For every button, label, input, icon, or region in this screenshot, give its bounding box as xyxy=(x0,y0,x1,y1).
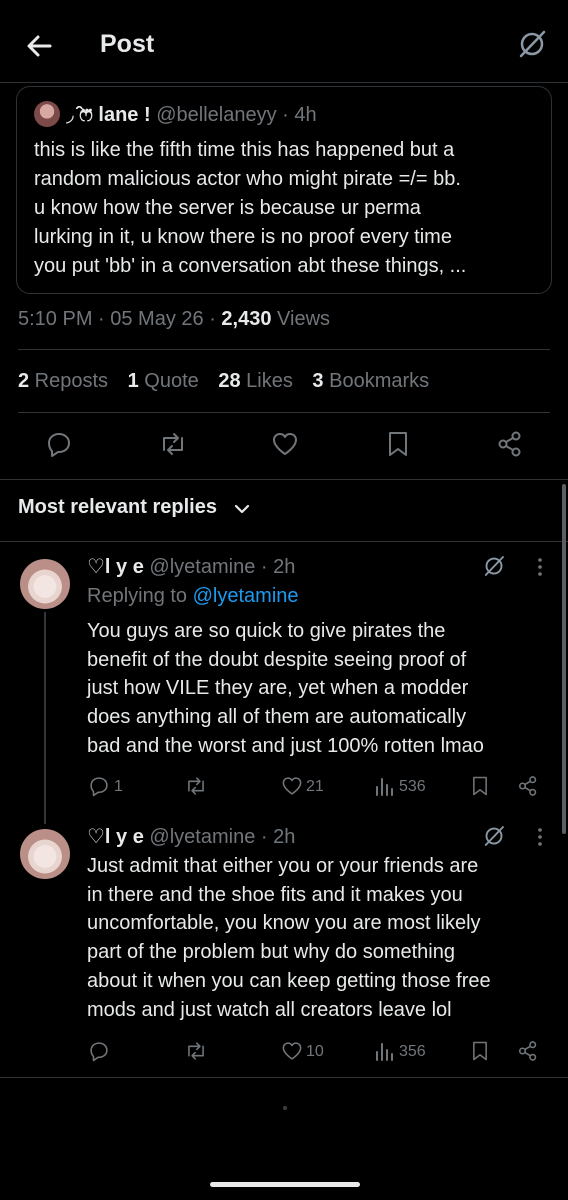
avatar[interactable] xyxy=(20,829,70,879)
views-count: 2,430 xyxy=(221,308,272,330)
reply-icon[interactable] xyxy=(88,775,110,797)
share-icon[interactable] xyxy=(496,430,524,458)
bookmark-icon[interactable] xyxy=(470,775,490,797)
engagement-stats: 2 Reposts 1 Quote 28 Likes 3 Bookmarks xyxy=(18,370,429,393)
replying-to: Replying to @lyetamine xyxy=(87,585,299,607)
reply-icon[interactable] xyxy=(88,1040,110,1062)
quoted-post-header: ◞ ̑̑ෆ⃛ lane ! @bellelaneyy · 4h xyxy=(66,102,317,127)
post-meta: 5:10 PM · 05 May 26 · 2,430 Views xyxy=(18,308,330,331)
grok-icon[interactable] xyxy=(482,824,506,848)
reply-count: 1 xyxy=(114,778,123,795)
like-count: 10 xyxy=(306,1043,324,1060)
like-icon[interactable] xyxy=(271,430,299,458)
views-label: Views xyxy=(271,308,331,330)
quoted-post-text: this is like the fifth time this has hap… xyxy=(34,139,467,277)
quoted-display-name[interactable]: ◞ ̑̑ෆ⃛ lane ! xyxy=(66,104,151,126)
back-arrow-icon[interactable] xyxy=(22,28,58,64)
like-icon[interactable] xyxy=(281,1040,303,1062)
reply-time: · 2h xyxy=(260,826,296,848)
views-count: 536 xyxy=(399,778,426,795)
divider xyxy=(0,541,568,542)
like-icon[interactable] xyxy=(281,775,303,797)
reposts-stat[interactable]: 2 Reposts xyxy=(18,370,108,392)
replying-to-link[interactable]: @lyetamine xyxy=(193,585,299,607)
reply-display-name[interactable]: ♡l y e xyxy=(87,556,144,578)
more-options-icon[interactable] xyxy=(530,557,550,577)
quoted-time: 4h xyxy=(294,104,317,126)
reply-header: ♡l y e @lyetamine · 2h xyxy=(87,554,295,579)
reply-handle[interactable]: @lyetamine xyxy=(149,556,255,578)
quoted-handle[interactable]: @bellelaneyy xyxy=(156,104,276,126)
grok-icon[interactable] xyxy=(516,28,548,60)
thread-line xyxy=(44,612,46,824)
reply-display-name[interactable]: ♡l y e xyxy=(87,826,144,848)
share-icon[interactable] xyxy=(517,1040,539,1062)
likes-stat[interactable]: 28 Likes xyxy=(218,370,293,392)
more-options-icon[interactable] xyxy=(530,827,550,847)
top-bar xyxy=(0,0,568,83)
post-timestamp: 5:10 PM · 05 May 26 · xyxy=(18,308,222,330)
divider xyxy=(0,479,568,480)
loading-indicator xyxy=(283,1106,287,1110)
quotes-stat[interactable]: 1 Quote xyxy=(128,370,199,392)
reply-time: · 2h xyxy=(260,556,296,578)
reply-handle[interactable]: @lyetamine xyxy=(149,826,255,848)
divider xyxy=(0,1077,568,1078)
views-icon[interactable] xyxy=(374,1040,396,1062)
page-title: Post xyxy=(100,30,155,58)
like-count: 21 xyxy=(306,778,324,795)
share-icon[interactable] xyxy=(517,775,539,797)
bookmark-icon[interactable] xyxy=(385,430,411,458)
repost-icon[interactable] xyxy=(158,430,188,458)
home-indicator[interactable] xyxy=(210,1182,360,1187)
scrollbar[interactable] xyxy=(562,484,566,834)
avatar[interactable] xyxy=(20,559,70,609)
repost-icon[interactable] xyxy=(184,1040,208,1062)
quoted-separator: · xyxy=(282,104,289,126)
views-count: 356 xyxy=(399,1043,426,1060)
reply-text: You guys are so quick to give pirates th… xyxy=(87,620,484,757)
reply-header: ♡l y e @lyetamine · 2h xyxy=(87,824,295,849)
reply-text: Just admit that either you or your frien… xyxy=(87,855,491,1021)
grok-icon[interactable] xyxy=(482,554,506,578)
quoted-avatar[interactable] xyxy=(34,101,60,127)
bookmark-icon[interactable] xyxy=(470,1040,490,1062)
repost-icon[interactable] xyxy=(184,775,208,797)
divider xyxy=(18,349,550,350)
bookmarks-stat[interactable]: 3 Bookmarks xyxy=(312,370,429,392)
views-icon[interactable] xyxy=(374,775,396,797)
replies-sort-label[interactable]: Most relevant replies xyxy=(18,496,217,519)
reply-icon[interactable] xyxy=(45,430,73,458)
divider xyxy=(18,412,550,413)
chevron-down-icon[interactable] xyxy=(233,500,251,518)
